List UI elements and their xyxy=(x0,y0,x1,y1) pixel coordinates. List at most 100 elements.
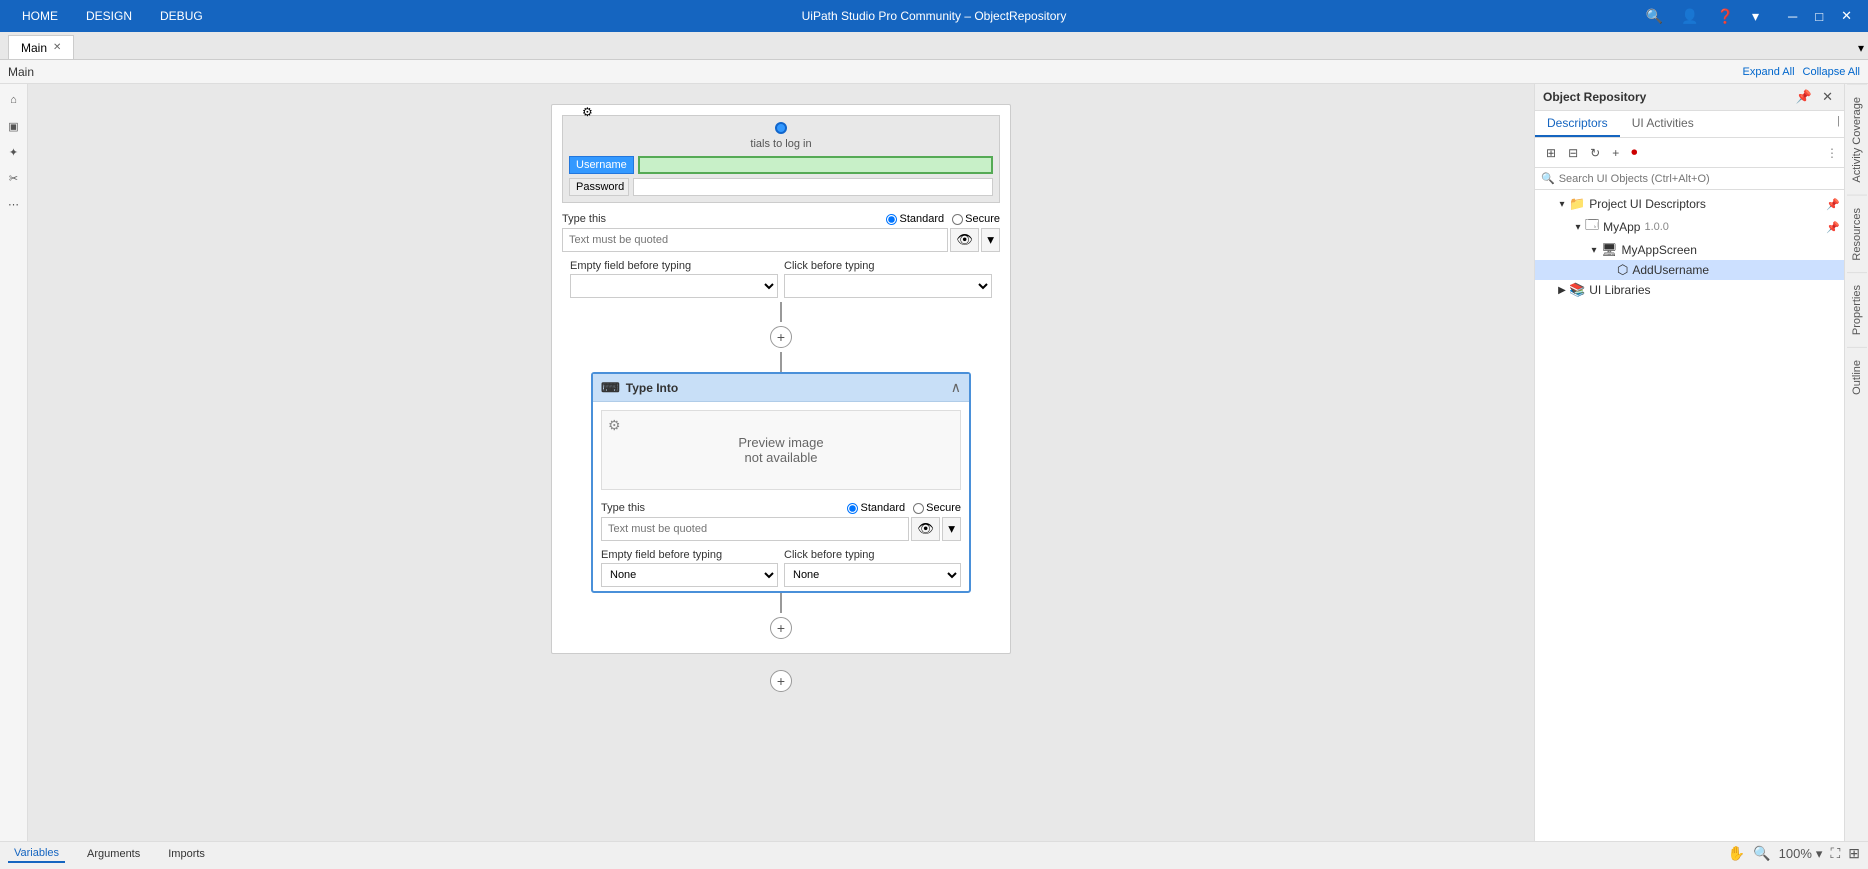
tab-ui-activities[interactable]: UI Activities xyxy=(1620,111,1706,137)
tree-toggle-2[interactable]: ▾ xyxy=(1587,245,1601,256)
top-secure-radio[interactable]: Secure xyxy=(952,213,1000,225)
breadcrumb-bar: Main Expand All Collapse All xyxy=(0,60,1868,84)
panel-tabs-more[interactable]: | xyxy=(1833,111,1844,137)
connector-line-2 xyxy=(780,352,782,372)
right-side-tabs: Activity Coverage Resources Properties O… xyxy=(1844,84,1868,841)
dropdown-icon[interactable]: ▾ xyxy=(1747,6,1764,27)
top-empty-field-select[interactable] xyxy=(570,274,778,298)
close-button[interactable]: ✕ xyxy=(1833,6,1860,26)
side-tab-activity-coverage[interactable]: Activity Coverage xyxy=(1847,84,1867,195)
username-row: Username xyxy=(569,156,993,174)
pin-icon[interactable]: 📌 xyxy=(1826,198,1840,211)
tab-descriptors[interactable]: Descriptors xyxy=(1535,111,1620,137)
sidebar-icon-snippets[interactable]: ✂ xyxy=(2,166,26,190)
sidebar-icon-xd[interactable]: ✦ xyxy=(2,140,26,164)
add-element-button[interactable]: ⊟ xyxy=(1563,143,1583,163)
tree-item-project-descriptors[interactable]: ▾ 📁 Project UI Descriptors 📌 xyxy=(1535,194,1844,214)
tree-toggle-lib[interactable]: ▶ xyxy=(1555,285,1569,296)
menu-design[interactable]: DESIGN xyxy=(72,3,146,29)
sidebar-icon-more[interactable]: ⋯ xyxy=(2,192,26,216)
top-text-input[interactable] xyxy=(562,228,948,252)
panel-close-button[interactable]: ✕ xyxy=(1819,88,1836,106)
side-tab-resources[interactable]: Resources xyxy=(1847,195,1867,273)
top-type-this-label: Type this xyxy=(562,213,606,225)
side-tab-outline[interactable]: Outline xyxy=(1847,347,1867,407)
add-button-2[interactable]: + xyxy=(770,617,792,639)
side-tab-properties[interactable]: Properties xyxy=(1847,272,1867,347)
bottom-tab-imports[interactable]: Imports xyxy=(162,846,211,862)
grid-icon[interactable]: ⊞ xyxy=(1848,845,1860,862)
top-standard-radio[interactable]: Standard xyxy=(886,213,944,225)
panel-tabs: Descriptors UI Activities | xyxy=(1535,111,1844,138)
sidebar-icon-activities[interactable]: ▣ xyxy=(2,114,26,138)
zoom-controls: 100% ▾ xyxy=(1779,846,1823,862)
fit-screen-icon[interactable]: ⛶ xyxy=(1830,845,1840,862)
bottom-tab-arguments[interactable]: Arguments xyxy=(81,846,146,862)
workflow-canvas: ⚙ tials to log in Username xyxy=(38,94,1524,706)
add-button-1[interactable]: + xyxy=(770,326,792,348)
menu-home[interactable]: HOME xyxy=(8,3,72,29)
type-into-collapse-button[interactable]: ∧ xyxy=(951,379,961,396)
top-activity-card: ⚙ tials to log in Username xyxy=(562,115,1000,302)
screen-icon: 🖥 xyxy=(1601,242,1618,258)
myapp-pin-icon[interactable]: 📌 xyxy=(1826,221,1840,234)
title-bar: HOME DESIGN DEBUG UiPath Studio Pro Comm… xyxy=(0,0,1868,32)
tree-item-addusername[interactable]: ▶ ⬡ AddUsername xyxy=(1535,260,1844,280)
search-input[interactable] xyxy=(1559,173,1838,185)
type-into-empty-select[interactable]: None xyxy=(601,563,778,587)
collapse-all-button[interactable]: Collapse All xyxy=(1803,66,1860,78)
add-item-button[interactable]: + xyxy=(1607,143,1624,163)
type-into-click-before-select[interactable]: None xyxy=(784,563,961,587)
tree-item-ui-libraries[interactable]: ▶ 📚 UI Libraries xyxy=(1535,280,1844,300)
add-screen-button[interactable]: ⊞ xyxy=(1541,143,1561,163)
top-mask-button[interactable]: 👁 xyxy=(950,228,979,252)
maximize-button[interactable]: □ xyxy=(1807,7,1831,26)
title-bar-right: 🔍 👤 ❓ ▾ ─ □ ✕ xyxy=(1641,6,1860,27)
sidebar-icon-home[interactable]: ⌂ xyxy=(2,88,26,112)
type-into-title-text: Type Into xyxy=(626,381,678,395)
type-into-type-this-label: Type this xyxy=(601,502,645,514)
left-sidebar: ⌂ ▣ ✦ ✂ ⋯ xyxy=(0,84,28,841)
panel-pin-button[interactable]: 📌 xyxy=(1793,88,1815,106)
tree-toggle-1[interactable]: ▾ xyxy=(1571,222,1585,233)
menu-debug[interactable]: DEBUG xyxy=(146,3,217,29)
username-label: Username xyxy=(569,156,634,174)
toolbar-more-icon[interactable]: ⋮ xyxy=(1826,146,1838,160)
username-input-preview xyxy=(638,156,993,174)
top-empty-field-group: Empty field before typing xyxy=(570,260,778,298)
record-button[interactable]: ⏺ xyxy=(1626,142,1642,163)
zoom-dropdown[interactable]: ▾ xyxy=(1816,846,1823,862)
outer-add-button[interactable]: + xyxy=(770,670,792,692)
zoom-level[interactable]: 100% xyxy=(1779,846,1812,861)
tree-item-myapp[interactable]: ▾ 🗔 MyApp 1.0.0 📌 xyxy=(1535,214,1844,240)
anchor-dot xyxy=(775,122,787,134)
help-icon[interactable]: ❓ xyxy=(1712,6,1739,27)
main-layout: ⌂ ▣ ✦ ✂ ⋯ ⚙ tials to log in xyxy=(0,84,1868,841)
top-click-before-select[interactable] xyxy=(784,274,992,298)
tab-close-icon[interactable]: ✕ xyxy=(53,42,61,53)
top-input-dropdown[interactable]: ▾ xyxy=(981,228,1000,252)
type-into-secure-radio[interactable]: Secure xyxy=(913,502,961,514)
bottom-tab-variables[interactable]: Variables xyxy=(8,845,65,863)
type-into-card: ⌨ Type Into ∧ ⚙ Preview image not availa… xyxy=(591,372,971,593)
tab-dropdown-icon[interactable]: ▾ xyxy=(1854,37,1868,59)
search-icon[interactable]: 🔍 xyxy=(1641,6,1668,27)
type-into-text-input[interactable] xyxy=(601,517,909,541)
app-icon: 🗔 xyxy=(1585,216,1599,238)
refresh-button[interactable]: ↻ xyxy=(1585,143,1605,163)
tab-main[interactable]: Main ✕ xyxy=(8,35,74,59)
zoom-search-icon[interactable]: 🔍 xyxy=(1753,845,1770,862)
tree-toggle-0[interactable]: ▾ xyxy=(1555,199,1569,210)
bottom-bar: Variables Arguments Imports ✋ 🔍 100% ▾ ⛶… xyxy=(0,841,1868,865)
tree-item-myappscreen[interactable]: ▾ 🖥 MyAppScreen xyxy=(1535,240,1844,260)
expand-all-button[interactable]: Expand All xyxy=(1743,66,1795,78)
type-into-mask-button[interactable]: 👁 xyxy=(911,517,940,541)
type-into-standard-radio[interactable]: Standard xyxy=(847,502,905,514)
hand-tool-icon[interactable]: ✋ xyxy=(1728,845,1745,862)
login-preview-label: tials to log in xyxy=(569,138,993,150)
minimize-button[interactable]: ─ xyxy=(1780,7,1805,26)
top-text-input-row: 👁 ▾ xyxy=(562,228,1000,252)
user-icon[interactable]: 👤 xyxy=(1676,6,1703,27)
settings-icon[interactable]: ⚙ xyxy=(582,105,593,119)
type-into-input-dropdown[interactable]: ▾ xyxy=(942,517,961,541)
